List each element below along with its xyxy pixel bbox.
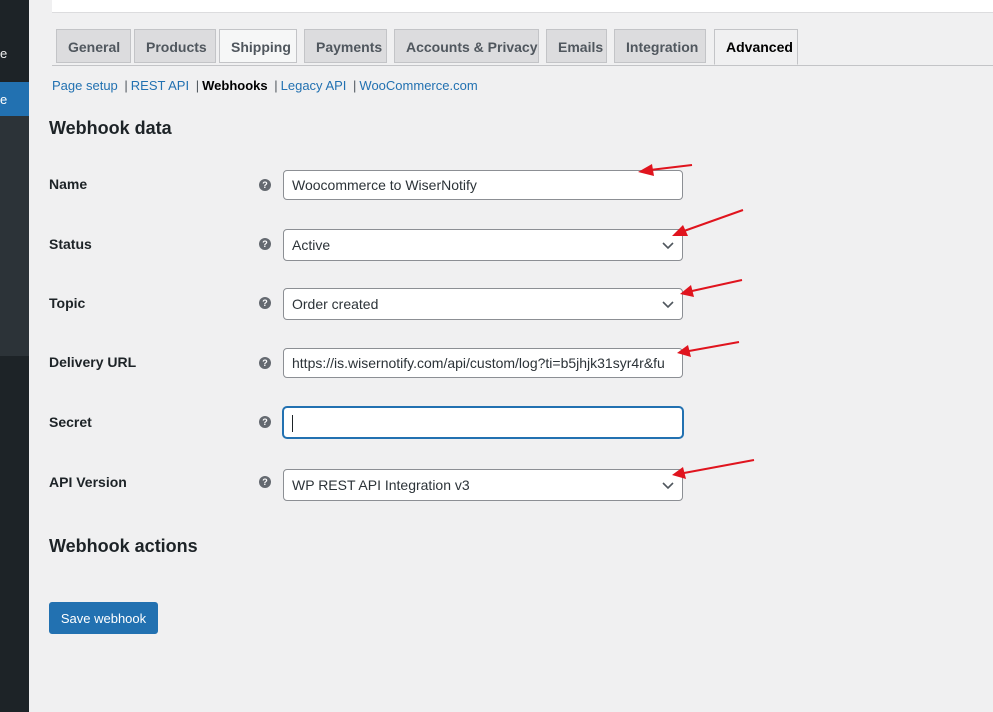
subnav-separator: | bbox=[195, 78, 200, 93]
header-panel bbox=[52, 0, 993, 12]
annotation-arrow-icon bbox=[672, 459, 755, 479]
status-label: Status bbox=[49, 236, 92, 252]
help-icon[interactable]: ? bbox=[259, 238, 271, 250]
name-input[interactable]: Woocommerce to WiserNotify bbox=[283, 170, 683, 200]
topic-label: Topic bbox=[49, 295, 86, 311]
save-webhook-button[interactable]: Save webhook bbox=[49, 602, 158, 634]
chevron-down-icon bbox=[662, 301, 674, 309]
secret-label: Secret bbox=[49, 414, 92, 430]
tab-general[interactable]: General bbox=[56, 29, 131, 63]
help-icon[interactable]: ? bbox=[259, 416, 271, 428]
sidebar-item-label[interactable]: e bbox=[0, 46, 8, 61]
tab-integration[interactable]: Integration bbox=[614, 29, 706, 63]
advanced-subnav: Page setup | REST API | Webhooks | Legacy A… bbox=[52, 78, 478, 93]
tab-payments[interactable]: Payments bbox=[304, 29, 387, 63]
help-icon[interactable]: ? bbox=[259, 297, 271, 309]
help-icon[interactable]: ? bbox=[259, 357, 271, 369]
chevron-down-icon bbox=[662, 242, 674, 250]
tab-accounts-privacy[interactable]: Accounts & Privacy bbox=[394, 29, 539, 63]
admin-sidebar: e e bbox=[0, 0, 29, 712]
tab-emails[interactable]: Emails bbox=[546, 29, 607, 63]
subnav-separator: | bbox=[124, 78, 128, 93]
api-version-select-value: WP REST API Integration v3 bbox=[292, 477, 470, 493]
secret-input[interactable] bbox=[283, 407, 683, 438]
status-select-value: Active bbox=[292, 237, 331, 253]
topic-select-value: Order created bbox=[292, 296, 379, 312]
delivery-url-label: Delivery URL bbox=[49, 354, 137, 370]
sidebar-submenu bbox=[0, 116, 29, 356]
webhook-data-heading: Webhook data bbox=[49, 118, 172, 138]
subnav-rest-api[interactable]: REST API bbox=[131, 78, 189, 93]
tab-products[interactable]: Products bbox=[134, 29, 216, 63]
help-icon[interactable]: ? bbox=[259, 476, 271, 488]
annotation-arrow-icon bbox=[677, 341, 740, 357]
subnav-woocommerce-com[interactable]: WooCommerce.com bbox=[359, 78, 477, 93]
api-version-label: API Version bbox=[49, 474, 127, 490]
annotation-arrow-icon bbox=[680, 279, 743, 297]
webhook-actions-heading: Webhook actions bbox=[49, 536, 198, 556]
api-version-select[interactable]: WP REST API Integration v3 bbox=[283, 469, 683, 501]
status-select[interactable]: Active bbox=[283, 229, 683, 261]
tab-shipping[interactable]: Shipping bbox=[219, 29, 297, 63]
tab-advanced[interactable]: Advanced bbox=[714, 29, 798, 65]
help-icon[interactable]: ? bbox=[259, 179, 271, 191]
subnav-legacy-api[interactable]: Legacy API bbox=[281, 78, 347, 93]
chevron-down-icon bbox=[662, 482, 674, 490]
settings-tabs: General Products Shipping Payments Accou… bbox=[52, 29, 993, 66]
subnav-separator: | bbox=[353, 78, 357, 93]
sidebar-menu-area bbox=[0, 0, 29, 82]
sidebar-active-label[interactable]: e bbox=[0, 92, 8, 107]
topic-select[interactable]: Order created bbox=[283, 288, 683, 320]
name-label: Name bbox=[49, 176, 88, 192]
delivery-url-input[interactable]: https://is.wisernotify.com/api/custom/lo… bbox=[283, 348, 683, 378]
subnav-page-setup[interactable]: Page setup bbox=[52, 78, 118, 93]
subnav-webhooks[interactable]: Webhooks bbox=[202, 78, 268, 93]
subnav-separator: | bbox=[274, 78, 278, 93]
text-cursor bbox=[292, 414, 293, 432]
